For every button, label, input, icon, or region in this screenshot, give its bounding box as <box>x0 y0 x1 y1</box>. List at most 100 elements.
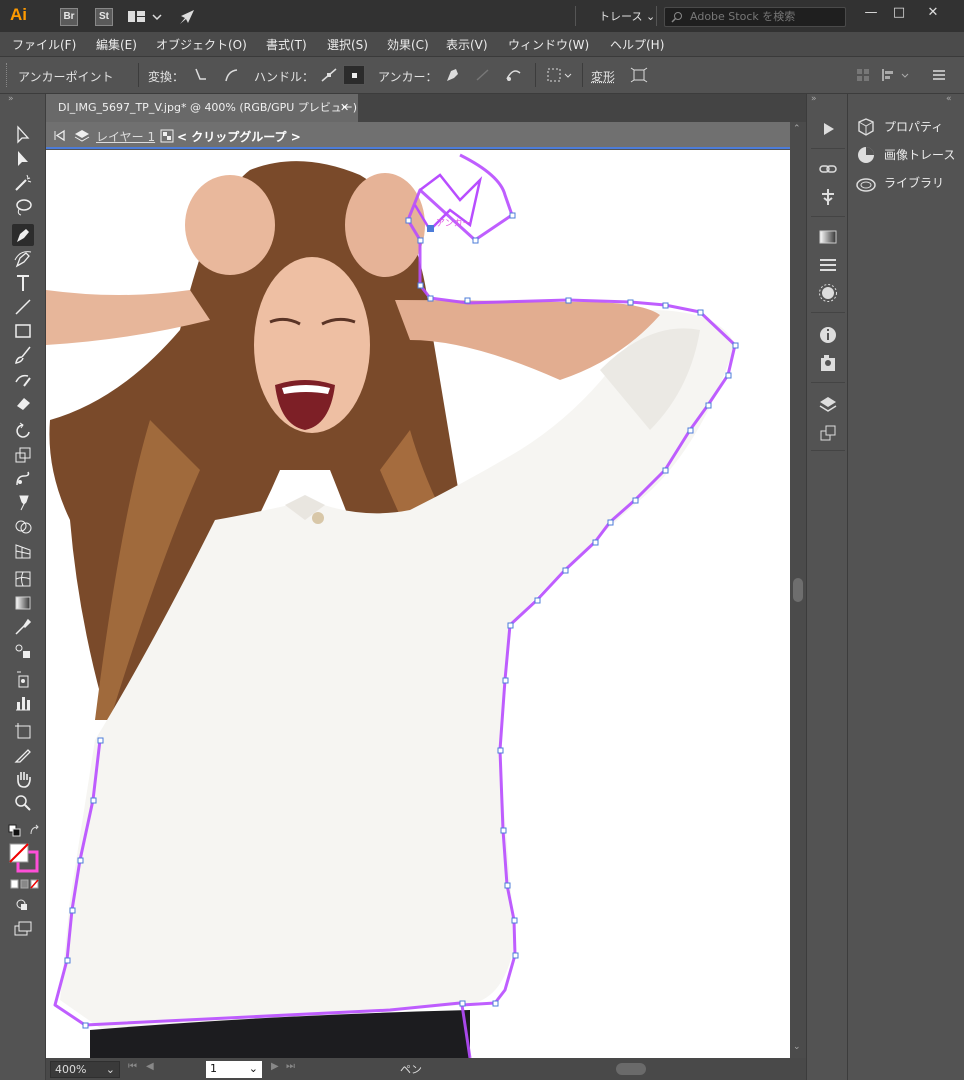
gradient-tool[interactable] <box>12 592 34 614</box>
screen-mode-button[interactable] <box>12 918 34 940</box>
stock-button[interactable]: St <box>95 8 113 26</box>
scroll-thumb[interactable] <box>793 578 803 602</box>
next-artboard-icon[interactable]: ▶ <box>271 1061 279 1072</box>
direct-selection-tool[interactable] <box>12 148 34 170</box>
paintbrush-tool[interactable] <box>12 344 34 366</box>
mesh-tool[interactable] <box>12 568 34 590</box>
scroll-down-icon[interactable]: ⌄ <box>793 1042 801 1052</box>
artboard-tool[interactable] <box>12 720 34 742</box>
stock-search-input[interactable]: Adobe Stock を検索 <box>664 7 846 27</box>
menu-object[interactable]: オブジェクト(O) <box>156 36 247 53</box>
export-assets-button[interactable] <box>817 186 839 208</box>
collapse-toolbox-icon[interactable]: » <box>8 94 14 104</box>
scroll-up-icon[interactable]: ⌃ <box>793 124 801 134</box>
line-segment-tool[interactable] <box>12 296 34 318</box>
pen-tool[interactable] <box>12 224 34 246</box>
show-handles-button[interactable] <box>318 65 340 85</box>
back-arrow-icon[interactable] <box>52 129 66 142</box>
appearance-panel-button[interactable] <box>817 282 839 304</box>
horizontal-scroll-thumb[interactable] <box>616 1063 646 1075</box>
gpu-performance-button[interactable] <box>177 7 197 27</box>
control-panel-menu-button[interactable] <box>928 65 950 85</box>
asset-export-button[interactable] <box>817 352 839 374</box>
artboard-number-input[interactable]: 1 ⌄ <box>206 1061 262 1078</box>
curvature-tool[interactable] <box>12 248 34 270</box>
remove-anchor-button[interactable] <box>442 65 464 85</box>
align-options-button[interactable] <box>878 65 914 85</box>
bridge-button[interactable]: Br <box>60 8 78 26</box>
menu-edit[interactable]: 編集(E) <box>96 36 137 53</box>
menu-help[interactable]: ヘルプ(H) <box>610 36 664 53</box>
menu-effect[interactable]: 効果(C) <box>387 36 429 53</box>
gradient-panel-button[interactable] <box>817 226 839 248</box>
type-tool[interactable] <box>12 272 34 294</box>
connect-anchors-button[interactable] <box>472 65 494 85</box>
perspective-grid-tool[interactable] <box>12 540 34 562</box>
drawing-mode-button[interactable] <box>12 894 34 916</box>
selection-tool[interactable] <box>12 124 34 146</box>
selection-options-button[interactable] <box>545 65 575 85</box>
cut-path-button[interactable] <box>503 65 525 85</box>
actions-panel-button[interactable] <box>817 118 839 140</box>
hide-handles-button[interactable] <box>343 65 365 85</box>
default-colors-button[interactable] <box>8 824 22 838</box>
close-window-button[interactable]: ✕ <box>918 2 948 24</box>
collapse-panels-icon[interactable]: « <box>946 94 952 104</box>
color-mode-buttons[interactable] <box>10 878 40 890</box>
document-tab[interactable]: DI_IMG_5697_TP_V.jpg* @ 400% (RGB/GPU プレ… <box>46 94 358 122</box>
isolate-button[interactable] <box>628 65 650 85</box>
magic-wand-tool[interactable] <box>12 172 34 194</box>
eraser-tool[interactable] <box>12 392 34 414</box>
info-panel-button[interactable] <box>817 324 839 346</box>
convert-to-corner-button[interactable] <box>190 65 212 85</box>
status-current-tool[interactable]: ペン <box>346 1061 476 1077</box>
shape-builder-tool[interactable] <box>12 516 34 538</box>
zoom-tool[interactable] <box>12 792 34 814</box>
artboard-canvas[interactable]: アンカー <box>46 150 790 1058</box>
lasso-tool[interactable] <box>12 196 34 218</box>
workspace-switcher[interactable]: トレース ⌄ <box>599 8 655 24</box>
properties-panel-tab[interactable]: プロパティ <box>856 116 943 138</box>
shaper-tool[interactable] <box>12 368 34 390</box>
menu-window[interactable]: ウィンドウ(W) <box>508 36 589 53</box>
eyedropper-tool[interactable] <box>12 616 34 638</box>
first-artboard-icon[interactable]: ⏮ <box>128 1061 137 1072</box>
breadcrumb-layer[interactable]: レイヤー 1 <box>96 128 155 145</box>
symbol-sprayer-tool[interactable] <box>12 668 34 690</box>
menu-select[interactable]: 選択(S) <box>327 36 368 53</box>
photo-subject <box>46 161 735 1058</box>
vertical-scrollbar[interactable]: ⌃ ⌄ <box>790 122 806 1058</box>
align-grid-button[interactable] <box>853 65 875 85</box>
maximize-button[interactable]: □ <box>884 2 914 24</box>
convert-to-smooth-button[interactable] <box>220 65 242 85</box>
scale-tool[interactable] <box>12 444 34 466</box>
warp-tool[interactable] <box>12 468 34 490</box>
column-graph-tool[interactable] <box>12 692 34 714</box>
puppet-warp-tool[interactable] <box>12 492 34 514</box>
artboards-panel-button[interactable] <box>817 422 839 444</box>
arrange-documents-button[interactable] <box>127 8 163 26</box>
blend-tool[interactable] <box>12 640 34 662</box>
rectangle-tool[interactable] <box>12 320 34 342</box>
slice-tool[interactable] <box>12 744 34 766</box>
grip-handle[interactable] <box>6 63 9 87</box>
layers-panel-button[interactable] <box>817 394 839 416</box>
close-tab-icon[interactable]: ✕ <box>340 94 349 122</box>
prev-artboard-icon[interactable]: ◀ <box>146 1061 154 1072</box>
menu-view[interactable]: 表示(V) <box>446 36 488 53</box>
rotate-tool[interactable] <box>12 420 34 442</box>
image-trace-panel-tab[interactable]: 画像トレース <box>856 144 955 166</box>
menu-file[interactable]: ファイル(F) <box>12 36 76 53</box>
libraries-panel-tab[interactable]: ライブラリ <box>856 172 944 194</box>
swap-fill-stroke-button[interactable] <box>28 824 42 838</box>
menu-type[interactable]: 書式(T) <box>266 36 307 53</box>
transform-button[interactable]: 変形 <box>591 68 615 85</box>
minimize-button[interactable]: — <box>856 2 886 24</box>
fill-stroke-swatch[interactable] <box>8 842 40 874</box>
links-panel-button[interactable] <box>817 158 839 180</box>
last-artboard-icon[interactable]: ⏭ <box>286 1061 295 1072</box>
zoom-select[interactable]: 400% ⌄ <box>50 1061 120 1078</box>
stroke-panel-button[interactable] <box>817 254 839 276</box>
collapse-dock-icon[interactable]: » <box>811 94 817 104</box>
hand-tool[interactable] <box>12 768 34 790</box>
